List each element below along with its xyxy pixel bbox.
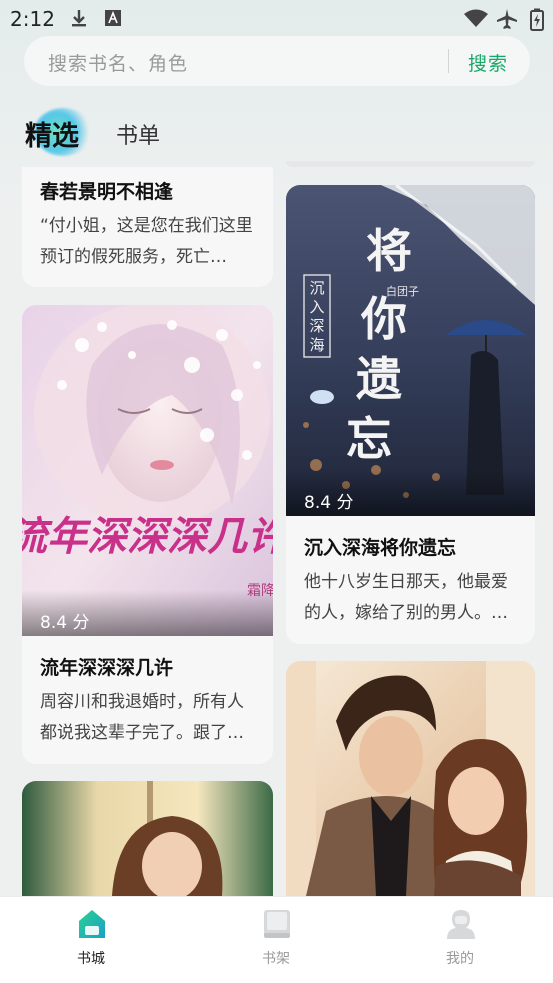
- book-card[interactable]: 春若景明不相逢 “付小姐，这是您在我们这里预订的假死服务，死亡…: [22, 167, 273, 287]
- tab-booklist[interactable]: 书单: [116, 118, 160, 150]
- book-cover: [22, 781, 273, 896]
- nav-profile[interactable]: 我的: [400, 897, 520, 983]
- book-title: 沉入深海将你遗忘: [304, 537, 457, 559]
- cover-big-title-4: 忘: [346, 414, 392, 465]
- battery-charging-icon: [530, 8, 544, 31]
- search-input[interactable]: 搜索书名、角色: [48, 49, 188, 76]
- bottom-nav: 书城 书架 我的: [0, 896, 553, 983]
- book-card[interactable]: 将 你 遗 忘 沉 入 深 海 白团子 8.4 分 沉入深海将你遗忘 他十八岁生…: [286, 185, 535, 644]
- font-a-icon: [105, 10, 121, 26]
- svg-text:海: 海: [309, 337, 324, 354]
- cover-big-title-3: 遗: [356, 354, 402, 405]
- cover-title: 流年深深深几许: [22, 514, 273, 559]
- book-title: 春若景明不相逢: [40, 181, 174, 203]
- book-title: 流年深深深几许: [40, 657, 174, 679]
- book-card[interactable]: [22, 781, 273, 896]
- svg-text:深: 深: [309, 318, 324, 335]
- book-cover: 流年深深深几许 霜降: [22, 305, 273, 636]
- book-description: 周容川和我退婚时，所有人都说我这辈子完了。跟了…: [40, 692, 244, 743]
- search-button[interactable]: 搜索: [468, 49, 508, 76]
- bookshelf-icon: [264, 910, 290, 938]
- tab-featured[interactable]: 精选: [25, 114, 79, 153]
- svg-text:沉: 沉: [309, 280, 324, 297]
- wifi-icon: [464, 9, 488, 27]
- book-cover: 将 你 遗 忘 沉 入 深 海 白团子: [286, 185, 535, 516]
- profile-icon: [447, 910, 475, 939]
- cover-big-title-1: 将: [366, 226, 412, 277]
- bookstore-icon: [79, 910, 105, 938]
- book-card[interactable]: 流年深深深几许 霜降 8.4 分 流年深深深几许 周容川和我退婚时，所有人都说我…: [22, 305, 273, 764]
- book-description: 他十八岁生日那天，他最爱的人，嫁给了别的男人。…: [304, 572, 508, 623]
- cover-author: 白团子: [386, 284, 419, 298]
- book-score: 8.4 分: [304, 493, 354, 513]
- book-cover: [286, 661, 535, 896]
- nav-label: 书架: [262, 951, 290, 967]
- nav-bookstore[interactable]: 书城: [31, 897, 151, 983]
- svg-text:入: 入: [309, 300, 324, 316]
- status-time: 2:12: [10, 7, 55, 31]
- book-score: 8.4 分: [40, 613, 90, 633]
- download-icon: [72, 10, 86, 27]
- book-card-top-edge: [286, 161, 535, 167]
- search-bar: 搜索书名、角色 搜索: [24, 36, 530, 86]
- cover-big-title-2: 你: [360, 294, 407, 345]
- airplane-icon: [497, 9, 517, 29]
- nav-label: 书城: [77, 951, 105, 967]
- nav-label: 我的: [446, 951, 474, 967]
- book-card[interactable]: [286, 661, 535, 896]
- search-divider: [448, 49, 449, 73]
- book-description: “付小姐，这是您在我们这里预订的假死服务，死亡…: [40, 216, 253, 267]
- nav-bookshelf[interactable]: 书架: [216, 897, 336, 983]
- status-bar: 2:12: [0, 0, 553, 36]
